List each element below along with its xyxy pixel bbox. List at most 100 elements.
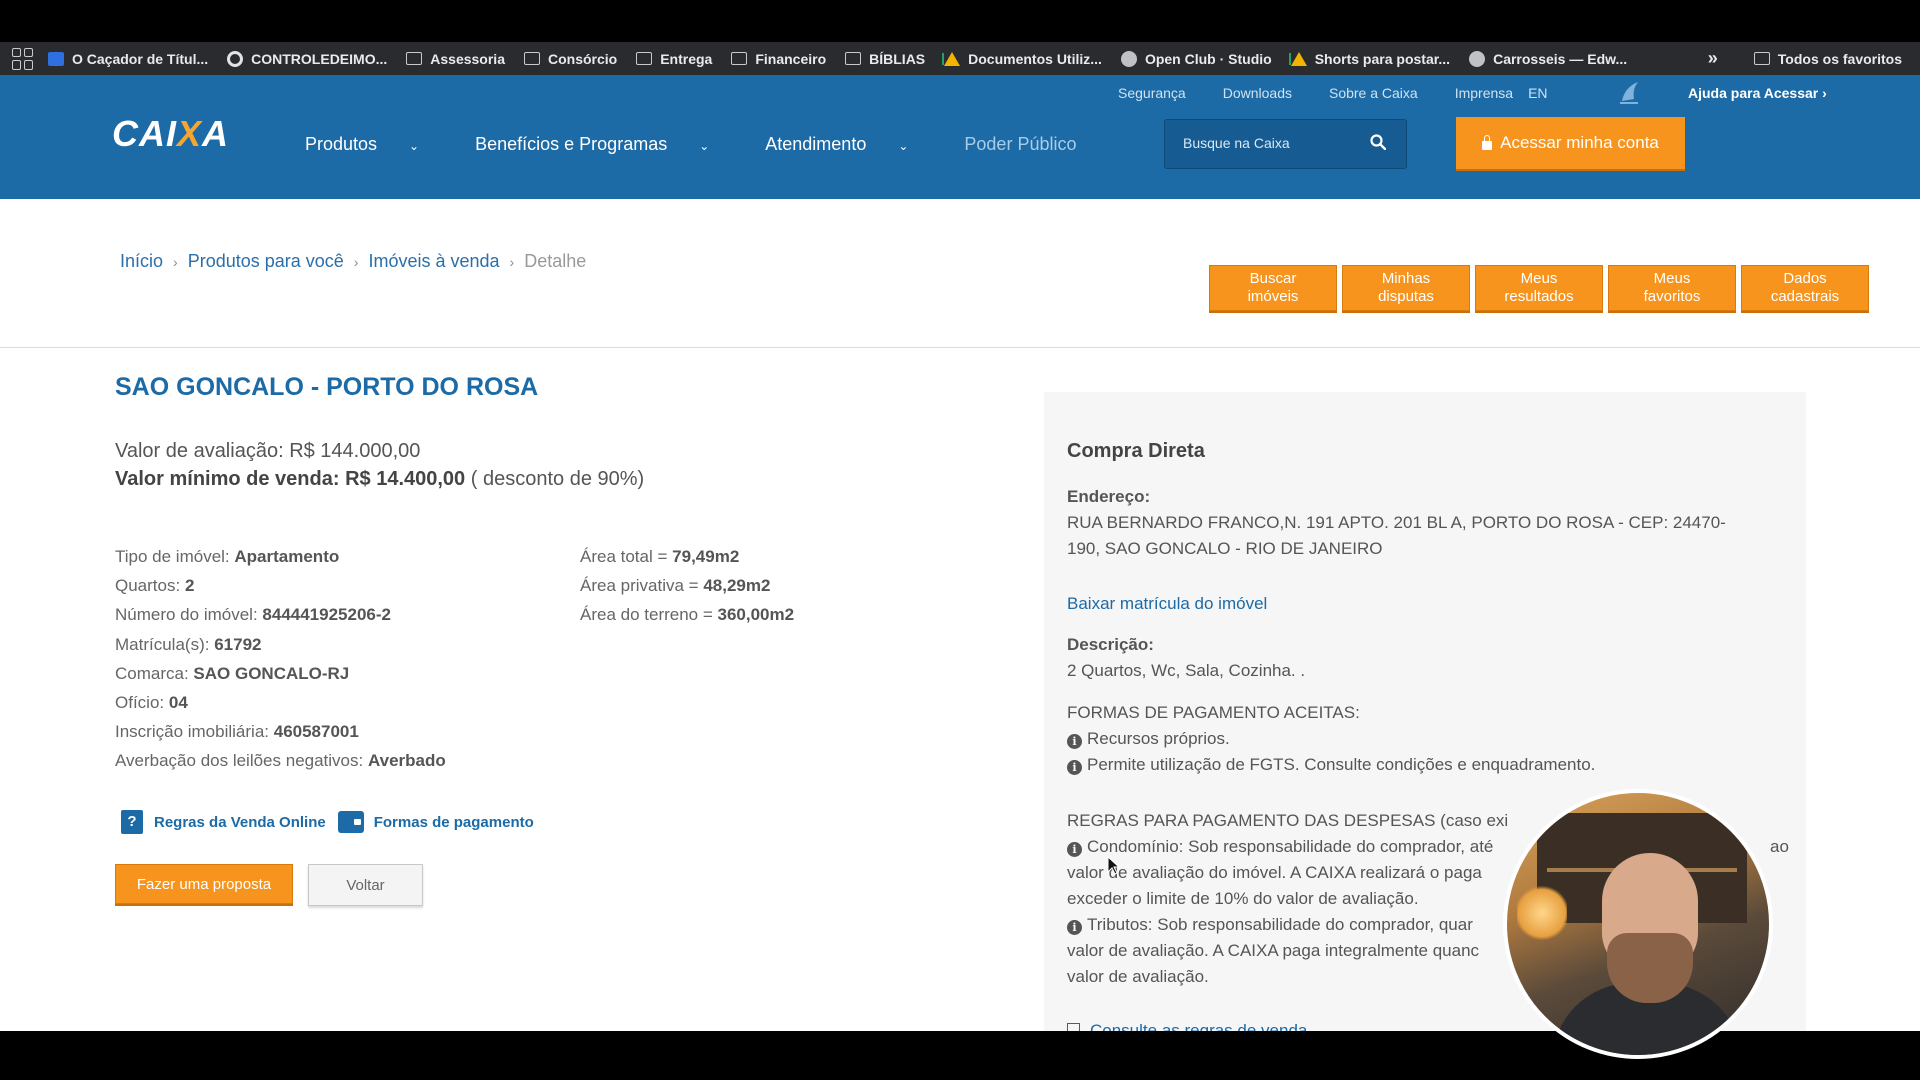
bookmark-item[interactable]: CONTROLEDEIMO... bbox=[227, 50, 387, 67]
access-account-button[interactable]: Acessar minha conta bbox=[1456, 117, 1685, 169]
folder-icon bbox=[636, 52, 653, 65]
regras-venda-link[interactable]: Regras da Venda Online bbox=[154, 814, 326, 831]
webcam-overlay bbox=[1503, 789, 1773, 1059]
detail-row: Ofício: 04 bbox=[115, 693, 188, 713]
nav-produtos[interactable]: Produtos ⌄ bbox=[305, 134, 447, 155]
detail-row: Inscrição imobiliária: 460587001 bbox=[115, 722, 359, 742]
valor-minimo: Valor mínimo de venda: R$ 14.400,00 ( de… bbox=[115, 468, 645, 490]
area-row: Área privativa = 48,29m2 bbox=[580, 576, 771, 596]
bookmark-folder[interactable]: Consórcio bbox=[523, 51, 617, 67]
top-links: Segurança Downloads Sobre a Caixa Impren… bbox=[1118, 85, 1585, 101]
document-icon bbox=[1067, 1023, 1080, 1031]
bookmark-item[interactable]: O Caçador de Títul... bbox=[48, 51, 208, 67]
apps-grid-icon[interactable] bbox=[12, 47, 34, 70]
valor-avaliacao: Valor de avaliação: R$ 144.000,00 bbox=[115, 440, 421, 462]
drive-icon bbox=[944, 51, 961, 66]
main-nav: Produtos ⌄ Benefícios e Programas ⌄ Atendi… bbox=[305, 134, 1104, 155]
info-icon: i bbox=[1067, 920, 1082, 935]
link-imprensa[interactable]: Imprensa bbox=[1455, 85, 1513, 101]
all-bookmarks-folder[interactable]: Todos os favoritos bbox=[1753, 51, 1902, 67]
wallet-icon bbox=[337, 811, 364, 833]
info-icon: i bbox=[1067, 760, 1082, 775]
breadcrumb-inicio[interactable]: Início bbox=[120, 251, 163, 273]
caixa-logo[interactable]: CAIXA bbox=[112, 113, 229, 155]
drive-icon bbox=[1290, 51, 1307, 66]
google-icon bbox=[227, 50, 244, 67]
tab-minhas-disputas[interactable]: Minhas disputas bbox=[1342, 265, 1470, 311]
breadcrumb-detalhe: Detalhe bbox=[524, 251, 587, 271]
globe-icon bbox=[1469, 50, 1486, 67]
info-icon: i bbox=[1067, 842, 1082, 857]
site-header: Segurança Downloads Sobre a Caixa Impren… bbox=[0, 75, 1920, 199]
globe-icon bbox=[1120, 50, 1137, 67]
bookmark-item[interactable]: Documentos Utiliz... bbox=[944, 51, 1102, 67]
sale-rules-link[interactable]: Consulte as regras de venda bbox=[1067, 1018, 1307, 1031]
breadcrumb: Início › Produtos para você › Imóveis à … bbox=[120, 251, 586, 273]
nav-atendimento[interactable]: Atendimento ⌄ bbox=[765, 134, 936, 155]
detail-row: Quartos: 2 bbox=[115, 576, 195, 596]
breadcrumb-separator: › bbox=[173, 254, 178, 270]
info-icon: i bbox=[1067, 734, 1082, 749]
tab-dados-cadastrais[interactable]: Dados cadastrais bbox=[1741, 265, 1869, 311]
detail-row: Número do imóvel: 844441925206-2 bbox=[115, 605, 391, 625]
property-areas: Área total = 79,49m2 Área privativa = 48… bbox=[580, 542, 794, 630]
detail-row: Matrícula(s): 61792 bbox=[115, 634, 262, 654]
question-icon: ? bbox=[121, 810, 143, 834]
breadcrumb-produtos[interactable]: Produtos para você bbox=[188, 251, 344, 273]
tab-meus-resultados[interactable]: Meus resultados bbox=[1475, 265, 1603, 311]
make-offer-button[interactable]: Fazer uma proposta bbox=[115, 864, 293, 904]
folder-icon bbox=[523, 52, 540, 65]
bookmark-folder[interactable]: Financeiro bbox=[731, 51, 826, 67]
bookmarks-bar: O Caçador de Títul... CONTROLEDEIMO... A… bbox=[0, 42, 1920, 75]
formas-pagamento-link[interactable]: Formas de pagamento bbox=[374, 814, 534, 831]
browser-page: O Caçador de Títul... CONTROLEDEIMO... A… bbox=[0, 0, 1920, 1080]
detail-row: Averbação dos leilões negativos: Averbad… bbox=[115, 751, 446, 771]
breadcrumb-separator: › bbox=[353, 254, 359, 270]
detail-row: Comarca: SAO GONCALO-RJ bbox=[115, 663, 350, 683]
accessibility-hand-icon[interactable] bbox=[1616, 79, 1642, 105]
folder-icon bbox=[1753, 52, 1770, 65]
area-row: Área do terreno = 360,00m2 bbox=[580, 605, 795, 625]
nav-poder-publico[interactable]: Poder Público bbox=[964, 134, 1076, 155]
chevron-down-icon: ⌄ bbox=[699, 139, 710, 153]
breadcrumb-separator: › bbox=[509, 254, 515, 270]
search-input[interactable] bbox=[1181, 134, 1365, 152]
bookmark-folder[interactable]: Assessoria bbox=[406, 51, 505, 67]
bookmark-folder[interactable]: Entrega bbox=[636, 51, 712, 67]
folder-icon bbox=[845, 52, 862, 65]
payment-methods-block: FORMAS DE PAGAMENTO ACEITAS: i Recursos p… bbox=[1067, 703, 1596, 775]
panel-title: Compra Direta bbox=[1067, 440, 1205, 462]
detail-row: Tipo de imóvel: Apartamento bbox=[115, 547, 340, 566]
bookmark-item[interactable]: Carrosseis — Edw... bbox=[1469, 50, 1627, 67]
back-button[interactable]: Voltar bbox=[308, 864, 423, 906]
breadcrumb-imoveis[interactable]: Imóveis à venda bbox=[368, 251, 499, 273]
folder-icon bbox=[731, 52, 748, 65]
more-bookmarks-button[interactable]: » bbox=[1708, 48, 1718, 69]
folder-icon bbox=[406, 52, 423, 65]
property-title: SAO GONCALO - PORTO DO ROSA bbox=[115, 373, 539, 401]
divider bbox=[0, 347, 1920, 348]
help-access-link[interactable]: Ajuda para Acessar › bbox=[1688, 85, 1827, 101]
chevron-down-icon: ⌄ bbox=[898, 139, 909, 153]
user-tabs: Buscar imóveis Minhas disputas Meus resulta… bbox=[1209, 265, 1869, 311]
link-sobre[interactable]: Sobre a Caixa bbox=[1329, 85, 1418, 101]
link-downloads[interactable]: Downloads bbox=[1223, 85, 1292, 101]
area-row: Área total = 79,49m2 bbox=[580, 547, 740, 566]
help-links: ? Regras da Venda Online Formas de pagam… bbox=[121, 810, 534, 834]
download-matricula-link[interactable]: Baixar matrícula do imóvel bbox=[1067, 591, 1267, 617]
property-details: Tipo de imóvel: Apartamento Quartos: 2 N… bbox=[115, 542, 446, 776]
nav-beneficios[interactable]: Benefícios e Programas ⌄ bbox=[475, 134, 737, 155]
search-box bbox=[1164, 119, 1407, 169]
tab-meus-favoritos[interactable]: Meus favoritos bbox=[1608, 265, 1736, 311]
lock-icon bbox=[1482, 134, 1493, 150]
bookmark-folder[interactable]: BÍBLIAS bbox=[845, 51, 925, 67]
link-seguranca[interactable]: Segurança bbox=[1118, 85, 1186, 101]
search-icon[interactable] bbox=[1370, 134, 1386, 150]
language-en-link[interactable]: EN bbox=[1528, 85, 1547, 101]
bookmark-item[interactable]: Open Club · Studio bbox=[1120, 50, 1272, 67]
k-icon bbox=[48, 51, 64, 66]
bookmark-item[interactable]: Shorts para postar... bbox=[1290, 51, 1450, 67]
tab-buscar-imoveis[interactable]: Buscar imóveis bbox=[1209, 265, 1337, 311]
chevron-down-icon: ⌄ bbox=[409, 139, 420, 153]
address-block: Endereço: RUA BERNARDO FRANCO,N. 191 APT… bbox=[1067, 487, 1726, 558]
